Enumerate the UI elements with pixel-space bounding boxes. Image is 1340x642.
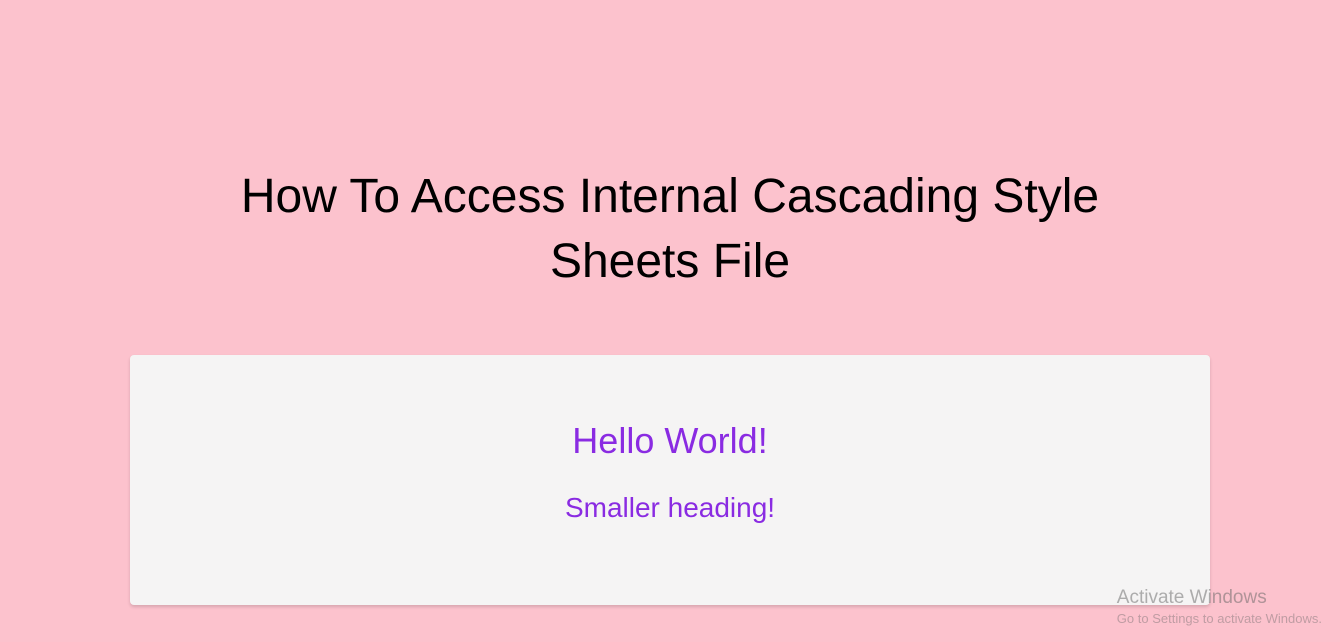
- content-subheading: Smaller heading!: [130, 492, 1210, 524]
- watermark-title: Activate Windows: [1117, 587, 1322, 609]
- windows-activation-watermark: Activate Windows Go to Settings to activ…: [1117, 587, 1322, 626]
- content-heading: Hello World!: [130, 420, 1210, 462]
- page-title: How To Access Internal Cascading Style S…: [180, 0, 1160, 295]
- watermark-subtitle: Go to Settings to activate Windows.: [1117, 611, 1322, 626]
- content-box: Hello World! Smaller heading!: [130, 355, 1210, 605]
